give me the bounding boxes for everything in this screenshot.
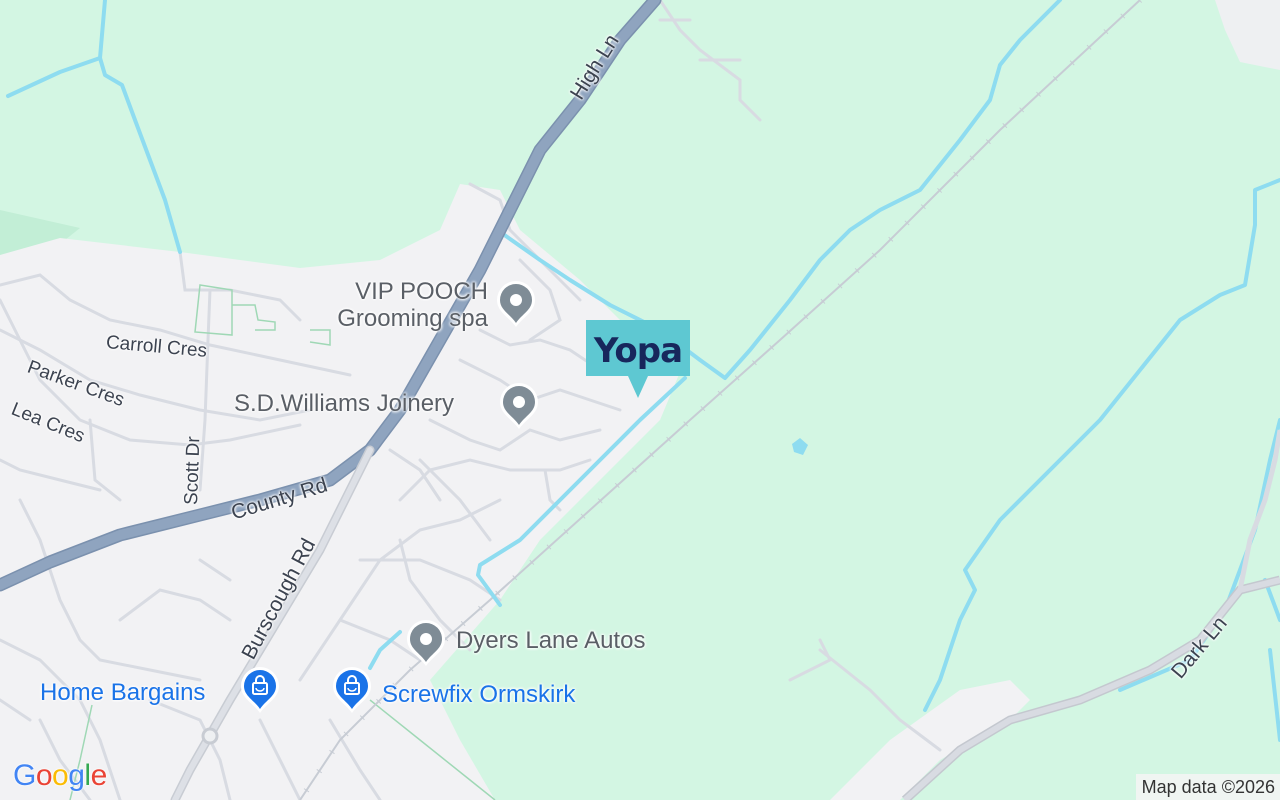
poi-label-line: Grooming spa [337, 305, 488, 332]
poi-label-line: VIP POOCH [355, 278, 488, 305]
poi-label-dyers-lane[interactable]: Dyers Lane Autos [456, 627, 645, 654]
poi-label-screwfix[interactable]: Screwfix Ormskirk [382, 681, 575, 708]
yopa-logo-pin[interactable]: Yopa [586, 320, 692, 400]
google-logo[interactable]: Google [13, 759, 107, 793]
logo-letter: g [68, 759, 85, 792]
logo-letter: G [13, 759, 36, 792]
poi-label-home-bargains[interactable]: Home Bargains [40, 679, 205, 706]
logo-letter: o [35, 759, 53, 792]
yopa-brand-text: Yopa [593, 331, 682, 371]
street-label-scott-dr: Scott Dr [181, 436, 205, 506]
logo-letter: o [52, 759, 69, 792]
map-attribution[interactable]: Map data ©2026 [1135, 774, 1280, 800]
poi-label-sd-williams[interactable]: S.D.Williams Joinery [234, 390, 454, 417]
poi-label-vip-pooch[interactable]: VIP POOCH Grooming spa [300, 278, 488, 332]
logo-letter: e [90, 759, 108, 792]
